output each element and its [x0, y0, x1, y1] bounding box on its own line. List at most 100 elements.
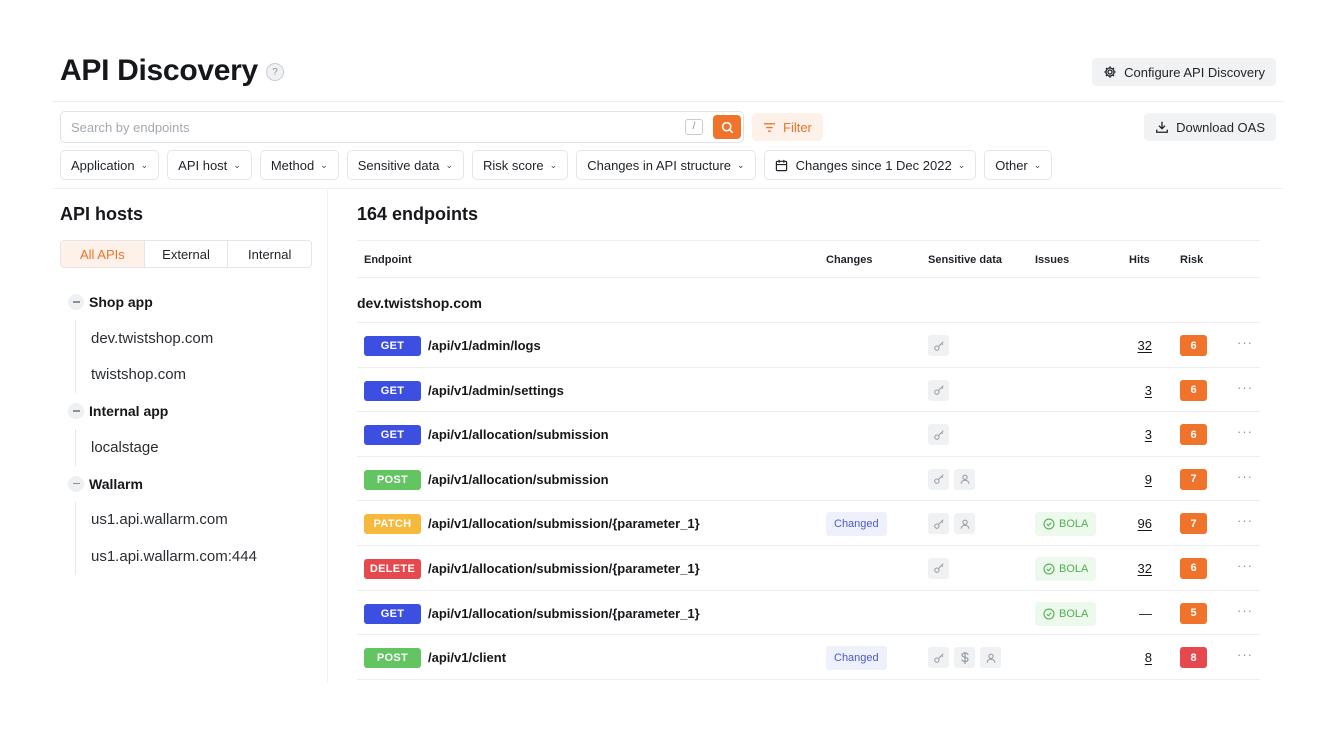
more-actions-icon[interactable]: ··· — [1237, 603, 1253, 618]
tree-group-children: localstage — [75, 429, 312, 466]
tab-external[interactable]: External — [143, 241, 228, 267]
table-row[interactable]: PATCH/api/v1/allocation/submission/{para… — [357, 501, 1260, 546]
endpoints-count-title: 164 endpoints — [357, 204, 479, 224]
table-row[interactable]: GET/api/v1/allocation/submission 3 6 ··· — [357, 412, 1260, 457]
table-row[interactable]: DELETE/api/v1/allocation/submission/{par… — [357, 546, 1260, 591]
hits-count[interactable]: 96 — [1138, 516, 1152, 531]
chip-changes-in-api-structure[interactable]: Changes in API structure ⌄ — [576, 150, 756, 180]
tree-group-label: Internal app — [89, 403, 169, 419]
chip-api-host[interactable]: API host ⌄ — [167, 150, 252, 180]
question-circle-icon[interactable]: ? — [266, 63, 284, 81]
more-actions-icon[interactable]: ··· — [1237, 469, 1253, 484]
tree-group-label: Wallarm — [89, 475, 143, 492]
endpoints-panel: 164 endpoints Endpoint Changes Sensitive… — [357, 200, 1260, 680]
tree-group-shop-app[interactable]: Shop app — [60, 284, 312, 320]
more-actions-icon[interactable]: ··· — [1237, 335, 1253, 350]
tree-host-item[interactable]: us1.api.wallarm.com — [76, 502, 312, 539]
download-oas-button[interactable]: Download OAS — [1144, 113, 1276, 141]
table-row[interactable]: POST/api/v1/allocation/submission 9 7 ··· — [357, 457, 1260, 502]
chip-risk-score[interactable]: Risk score ⌄ — [471, 150, 569, 180]
toolbar-divider — [52, 188, 1284, 189]
tree-host-item[interactable]: us1.api.wallarm.com:444 — [76, 538, 312, 575]
hits-count[interactable]: 32 — [1138, 338, 1152, 353]
dollar-icon[interactable] — [954, 647, 975, 669]
tree-host-item[interactable]: dev.twistshop.com — [76, 320, 312, 357]
tree-host-item[interactable]: twistshop.com — [76, 357, 312, 394]
hits-count[interactable]: 32 — [1138, 561, 1152, 576]
issue-badge[interactable]: BOLA — [1035, 512, 1097, 537]
hits-count[interactable]: 3 — [1145, 383, 1152, 398]
filter-button[interactable]: Filter — [752, 113, 823, 141]
key-icon[interactable] — [928, 468, 949, 490]
chip-sensitive-data[interactable]: Sensitive data ⌄ — [346, 150, 464, 180]
key-icon[interactable] — [928, 424, 949, 446]
issue-badge[interactable]: BOLA — [1035, 556, 1097, 581]
more-actions-icon[interactable]: ··· — [1237, 424, 1253, 439]
more-actions-icon[interactable]: ··· — [1237, 380, 1253, 395]
risk-score-badge: 6 — [1180, 335, 1207, 356]
key-icon[interactable] — [928, 647, 949, 669]
column-header-endpoint[interactable]: Endpoint — [364, 254, 412, 266]
chip-method[interactable]: Method ⌄ — [259, 150, 339, 180]
collapse-icon[interactable] — [68, 475, 84, 492]
sidebar-title: API hosts — [60, 204, 144, 224]
hits-count[interactable]: 8 — [1145, 650, 1152, 665]
column-header-risk[interactable]: Risk — [1180, 254, 1203, 266]
tree-group-internal-app[interactable]: Internal app — [60, 393, 312, 429]
endpoint-path[interactable]: /api/v1/allocation/submission/{parameter… — [428, 561, 700, 576]
tree-host-item[interactable]: localstage — [76, 429, 312, 466]
chip-label: Risk score — [482, 157, 544, 173]
endpoint-path[interactable]: /api/v1/allocation/submission — [428, 427, 609, 442]
configure-api-discovery-button[interactable]: Configure API Discovery — [1092, 58, 1276, 86]
tab-all-apis[interactable]: All APIs — [61, 241, 144, 267]
chevron-down-icon: ⌄ — [233, 159, 241, 170]
chip-other[interactable]: Other ⌄ — [984, 150, 1053, 180]
user-icon[interactable] — [980, 647, 1001, 669]
issue-badge[interactable]: BOLA — [1035, 601, 1097, 626]
issue-label: BOLA — [1059, 518, 1089, 531]
column-header-issues[interactable]: Issues — [1035, 254, 1069, 266]
table-row[interactable]: POST/api/v1/client Changed 8 8 ··· — [357, 635, 1260, 680]
hits-count[interactable]: 3 — [1145, 427, 1152, 442]
collapse-icon[interactable] — [68, 403, 84, 419]
column-header-sensitive-data[interactable]: Sensitive data — [928, 254, 1002, 266]
endpoint-path[interactable]: /api/v1/admin/logs — [428, 338, 541, 353]
more-actions-icon[interactable]: ··· — [1237, 513, 1253, 528]
filter-chips: Application ⌄ API host ⌄ Method ⌄ Sensitive… — [60, 150, 1053, 180]
risk-score-badge: 5 — [1180, 602, 1207, 624]
check-circle-icon — [1043, 518, 1055, 530]
key-icon[interactable] — [928, 513, 949, 535]
endpoint-path[interactable]: /api/v1/allocation/submission — [428, 472, 609, 487]
endpoint-path[interactable]: /api/v1/allocation/submission/{parameter… — [428, 516, 700, 531]
collapse-icon[interactable] — [68, 294, 84, 310]
column-header-changes[interactable]: Changes — [826, 254, 872, 266]
page-title: API Discovery — [60, 54, 258, 87]
endpoint-path[interactable]: /api/v1/client — [428, 650, 506, 665]
chip-label: Sensitive data — [357, 157, 440, 173]
search-input[interactable] — [61, 112, 661, 142]
more-actions-icon[interactable]: ··· — [1237, 647, 1253, 662]
table-row[interactable]: GET/api/v1/admin/settings 3 6 ··· — [357, 368, 1260, 413]
search-button[interactable] — [713, 115, 741, 139]
chip-label: Changes in API structure — [587, 157, 732, 173]
key-icon[interactable] — [928, 379, 949, 401]
key-icon[interactable] — [928, 335, 949, 356]
more-actions-icon[interactable]: ··· — [1237, 558, 1253, 573]
filter-icon — [763, 122, 776, 133]
chip-application[interactable]: Application ⌄ — [60, 150, 160, 180]
hits-count[interactable]: 9 — [1145, 472, 1152, 487]
user-icon[interactable] — [954, 513, 975, 535]
key-icon[interactable] — [928, 557, 949, 579]
chip-changes-since[interactable]: Changes since 1 Dec 2022 ⌄ — [763, 150, 977, 180]
table-row[interactable]: GET/api/v1/admin/logs 32 6 ··· — [357, 323, 1260, 368]
endpoint-path[interactable]: /api/v1/allocation/submission/{parameter… — [428, 606, 700, 621]
tree-group-wallarm[interactable]: Wallarm — [60, 466, 312, 502]
user-icon[interactable] — [954, 468, 975, 490]
chevron-down-icon: ⌄ — [1033, 159, 1042, 170]
table-row[interactable]: GET/api/v1/allocation/submission/{parame… — [357, 591, 1260, 636]
sensitive-data-icons — [928, 557, 949, 579]
tab-internal[interactable]: Internal — [227, 241, 311, 267]
risk-score-badge: 6 — [1180, 424, 1207, 446]
endpoint-path[interactable]: /api/v1/admin/settings — [428, 383, 564, 398]
column-header-hits[interactable]: Hits — [1129, 254, 1150, 266]
